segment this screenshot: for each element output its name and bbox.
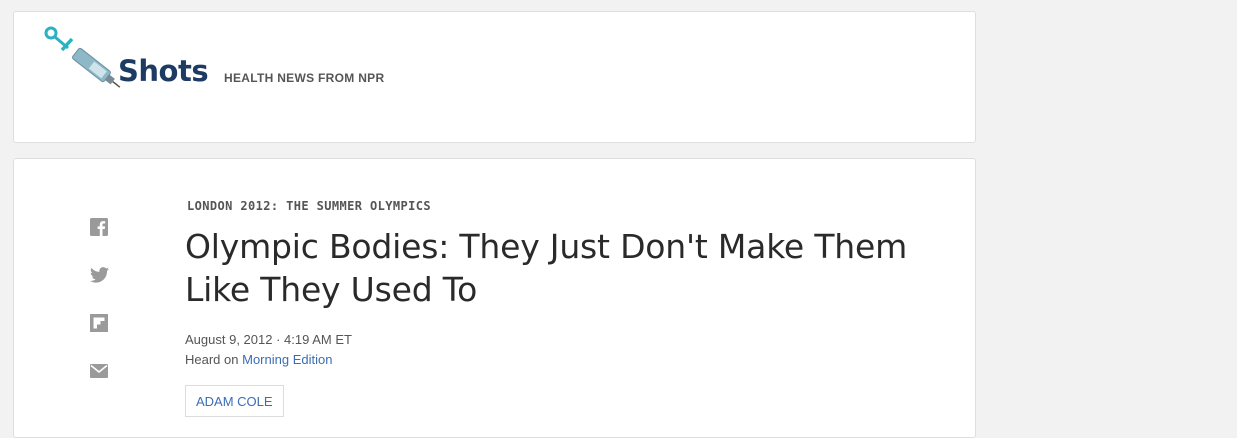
brand-name: Shots [118, 54, 209, 88]
facebook-icon [90, 218, 108, 236]
program-link[interactable]: Morning Edition [242, 352, 332, 367]
twitter-icon [89, 267, 109, 283]
brand-tagline: HEALTH NEWS FROM NPR [224, 71, 385, 85]
article-card: LONDON 2012: THE SUMMER OLYMPICS Olympic… [13, 158, 976, 438]
section-label[interactable]: LONDON 2012: THE SUMMER OLYMPICS [187, 199, 945, 217]
article-date: August 9, 2012 · 4:19 AM ET [185, 332, 352, 347]
email-icon [90, 364, 108, 378]
share-facebook-button[interactable] [89, 217, 109, 237]
shots-logo[interactable]: Shots HEALTH NEWS FROM NPR [44, 26, 404, 96]
share-flipboard-button[interactable] [89, 313, 109, 333]
share-twitter-button[interactable] [89, 265, 109, 285]
syringe-icon [44, 26, 121, 88]
author-byline-button[interactable]: ADAM COLE [185, 385, 284, 417]
heard-on-prefix: Heard on [185, 352, 239, 367]
flipboard-icon [90, 314, 108, 332]
header-card: Shots HEALTH NEWS FROM NPR [13, 11, 976, 143]
article-headline: Olympic Bodies: They Just Don't Make The… [185, 227, 908, 309]
share-email-button[interactable] [89, 361, 109, 381]
heard-on: Heard on Morning Edition [185, 350, 945, 370]
article-content: LONDON 2012: THE SUMMER OLYMPICS Olympic… [185, 199, 945, 417]
